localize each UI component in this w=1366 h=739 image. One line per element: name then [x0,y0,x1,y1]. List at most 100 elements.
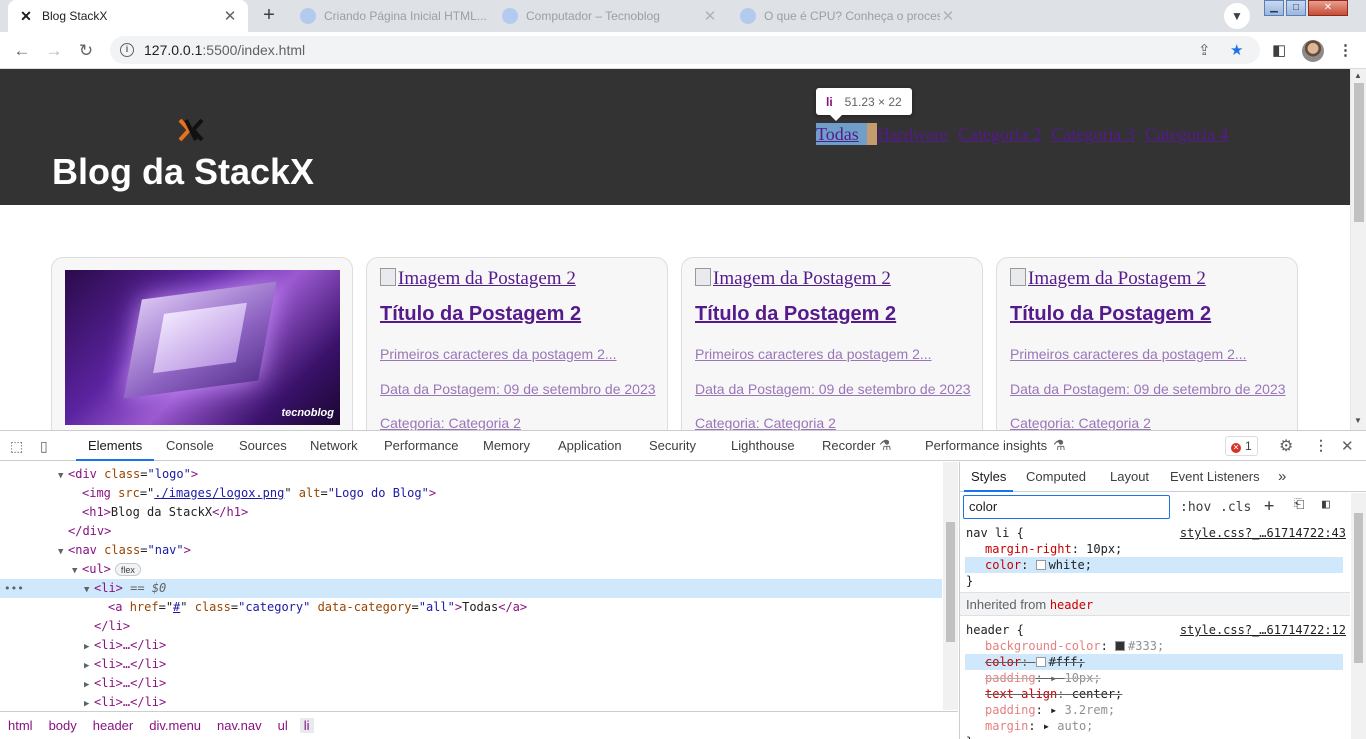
more-options-icon[interactable]: ••• [4,579,24,598]
dom-node-collapsed[interactable]: ▶ <li>…</li> [0,655,942,674]
scroll-down-icon[interactable]: ▼ [1354,416,1362,425]
toggle-sidebar-icon[interactable]: ◧ [1322,497,1330,512]
post-title[interactable]: Título da Postagem 2 [1010,303,1211,326]
css-declaration-overridden[interactable]: text-align: center; [960,686,1350,702]
broken-image-alt[interactable]: Imagem da Postagem 2 [1010,268,1206,290]
nav-link-categoria-3[interactable]: Categoria 3 [1051,123,1134,145]
settings-gear-icon[interactable]: ⚙ [1279,436,1293,456]
breadcrumb-li[interactable]: li [299,718,314,733]
error-count-badge[interactable]: ✕ 1 [1225,436,1258,456]
tab-o-que-e-cpu[interactable]: O que é CPU? Conheça o proces... ✕ [730,0,966,32]
close-icon[interactable]: ✕ [940,7,956,25]
tab-elements[interactable]: Elements [76,431,155,461]
post-date[interactable]: Data da Postagem: 09 de setembro de 2023 [1010,381,1286,397]
forward-arrow-icon[interactable]: → [42,39,66,63]
tab-application[interactable]: Application [558,431,622,461]
profile-avatar[interactable] [1302,40,1324,62]
broken-image-alt[interactable]: Imagem da Postagem 2 [695,268,891,290]
kebab-menu-icon[interactable]: ⋮ [1338,41,1353,59]
nav-link-categoria-2[interactable]: Categoria 2 [958,123,1041,145]
hov-toggle[interactable]: :hov [1180,500,1211,515]
tab-network[interactable]: Network [310,431,358,461]
dom-node[interactable]: <h1>Blog da StackX</h1> [0,503,942,522]
post-image[interactable]: tecnoblog [65,270,340,425]
css-declaration[interactable]: background-color: #333; [960,638,1350,654]
inherited-from-link[interactable]: header [1050,598,1093,612]
dom-node[interactable]: <a href="#" class="category" data-catego… [0,598,942,617]
dom-node[interactable]: <img src="./images/logox.png" alt="Logo … [0,484,942,503]
nav-link-todas[interactable]: Todas [816,123,867,145]
breadcrumb-body[interactable]: body [45,718,81,733]
tab-security[interactable]: Security [649,431,696,461]
collapsed-triangle-icon[interactable]: ▶ [84,695,94,710]
address-bar[interactable]: i 127.0.0.1:5500/index.html ⇪ ★ [110,36,1260,64]
tab-sources[interactable]: Sources [239,431,287,461]
window-close-icon[interactable]: ✕ [1308,0,1348,16]
post-title[interactable]: Título da Postagem 2 [695,303,896,326]
site-info-icon[interactable]: i [120,43,134,57]
post-excerpt[interactable]: Primeiros caracteres da postagem 2... [1010,346,1247,362]
post-card[interactable]: Imagem da Postagem 2 Título da Postagem … [366,257,668,430]
post-title[interactable]: Título da Postagem 2 [380,303,581,326]
post-card[interactable]: tecnoblog [51,257,353,430]
post-card[interactable]: Imagem da Postagem 2 Título da Postagem … [996,257,1298,430]
breadcrumb-div-menu[interactable]: div.menu [145,718,205,733]
post-excerpt[interactable]: Primeiros caracteres da postagem 2... [695,346,932,362]
color-swatch[interactable] [1035,560,1046,570]
reload-icon[interactable]: ↻ [74,39,98,63]
kebab-menu-icon[interactable]: ⋮ [1314,437,1328,454]
back-arrow-icon[interactable]: ← [10,39,34,63]
minimize-icon[interactable]: ▁ [1264,0,1284,16]
side-panel-icon[interactable]: ◧ [1272,41,1286,59]
dom-node-selected[interactable]: ••• ▼ <li> == $0 [0,579,942,598]
dom-node[interactable]: ▼ <ul> flex [0,560,942,579]
post-category[interactable]: Categoria: Categoria 2 [380,415,521,430]
maximize-icon[interactable]: □ [1286,0,1306,16]
bookmark-star-icon[interactable]: ★ [1230,41,1243,59]
dom-node-collapsed[interactable]: ▶ <li>…</li> [0,693,942,710]
css-declaration[interactable]: margin-right: 10px; [960,541,1350,557]
tab-console[interactable]: Console [166,431,214,461]
rule-source-link[interactable]: style.css?_…61714722:43 [1180,525,1346,541]
nav-link-categoria-4[interactable]: Categoria 4 [1145,123,1228,145]
share-icon[interactable]: ⇪ [1198,41,1211,59]
breadcrumb-nav-nav[interactable]: nav.nav [213,718,266,733]
device-toolbar-icon[interactable]: ▯ [40,438,48,455]
dom-node[interactable]: </li> [0,617,942,636]
nav-link-hardware[interactable]: Hardware [877,123,948,145]
post-date[interactable]: Data da Postagem: 09 de setembro de 2023 [695,381,971,397]
post-category[interactable]: Categoria: Categoria 2 [1010,415,1151,430]
dom-node[interactable]: ▼ <nav class="nav"> [0,541,942,560]
more-tabs-chevron-icon[interactable]: » [1278,462,1286,492]
close-devtools-icon[interactable]: ✕ [1341,437,1354,455]
rule-selector[interactable]: nav li { style.css?_…61714722:43 [960,525,1350,541]
dom-tree-scrollbar[interactable] [943,462,958,710]
rule-source-link[interactable]: style.css?_…61714722:12 [1180,622,1346,638]
tab-lighthouse[interactable]: Lighthouse [731,431,795,461]
dom-node[interactable]: ▼ <div class="logo"> [0,465,942,484]
post-card[interactable]: Imagem da Postagem 2 Título da Postagem … [681,257,983,430]
inspect-element-icon[interactable]: ⬚ [10,438,23,455]
scrollbar-thumb[interactable] [1354,513,1363,663]
scroll-up-icon[interactable]: ▲ [1354,71,1362,80]
new-tab-button[interactable]: + [256,4,282,28]
tab-recorder[interactable]: Recorder [822,431,875,461]
styles-scrollbar[interactable] [1351,493,1366,739]
css-declaration-highlighted[interactable]: color: white; [965,557,1343,573]
new-style-rule-icon[interactable]: + [1264,496,1274,516]
tab-layout[interactable]: Layout [1110,462,1149,492]
scrollbar-thumb[interactable] [946,522,955,642]
broken-image-alt[interactable]: Imagem da Postagem 2 [380,268,576,290]
tab-event-listeners[interactable]: Event Listeners [1170,462,1260,492]
dom-node-collapsed[interactable]: ▶ <li>…</li> [0,674,942,693]
tab-computador-tecnoblog[interactable]: Computador – Tecnoblog ✕ [492,0,728,32]
dom-node-collapsed[interactable]: ▶ <li>…</li> [0,636,942,655]
css-declaration-overridden[interactable]: color: #fff; [965,654,1343,670]
post-category[interactable]: Categoria: Categoria 2 [695,415,836,430]
cls-toggle[interactable]: .cls [1220,500,1251,515]
tab-styles[interactable]: Styles [964,462,1014,492]
tab-search-chevron-down-icon[interactable]: ▼ [1224,3,1250,29]
rule-selector[interactable]: header { style.css?_…61714722:12 [960,622,1350,638]
paint-brush-icon[interactable]: ⎗ [1294,497,1304,512]
tab-criando-pagina[interactable]: Criando Página Inicial HTML... [290,0,526,32]
